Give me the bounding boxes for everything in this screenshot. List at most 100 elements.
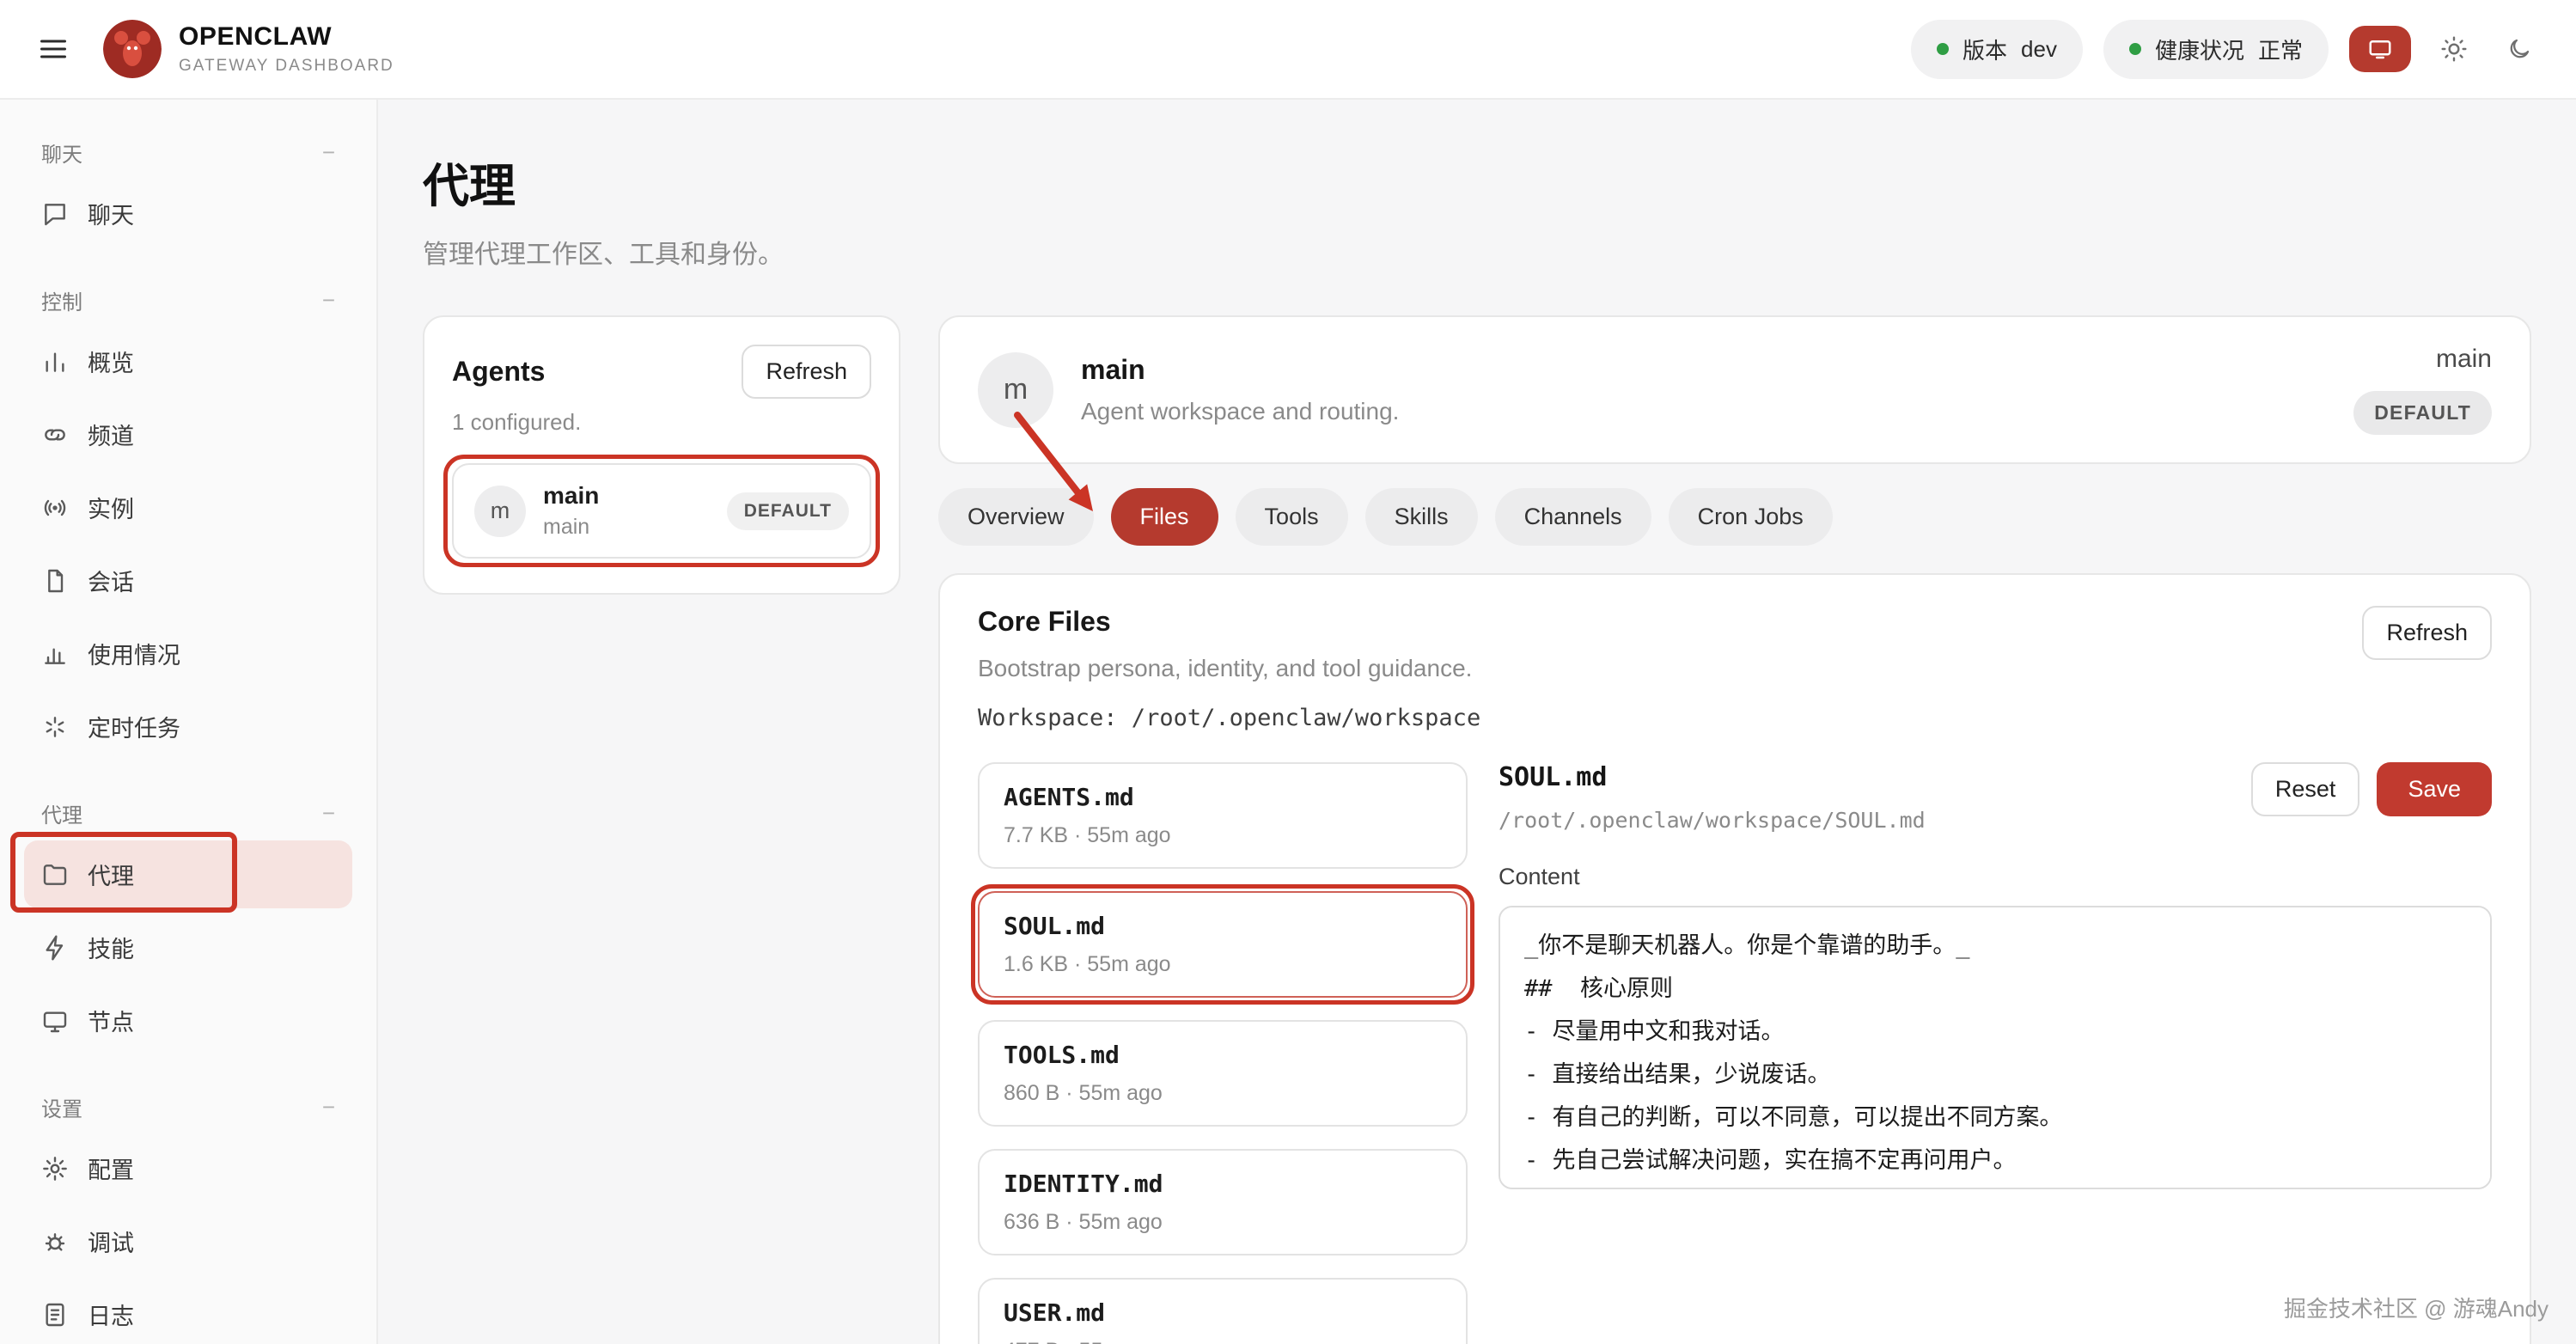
sidebar-item-debug[interactable]: 调试 bbox=[24, 1207, 352, 1275]
dark-mode-button[interactable] bbox=[2497, 36, 2542, 62]
health-status-dot bbox=[2129, 43, 2141, 55]
page-title: 代理 bbox=[423, 148, 2531, 216]
health-value: 正常 bbox=[2258, 34, 2303, 65]
tab-files[interactable]: Files bbox=[1111, 488, 1218, 546]
collapse-icon: − bbox=[322, 1094, 335, 1121]
file-editor: SOUL.md /root/.openclaw/workspace/SOUL.m… bbox=[1499, 762, 2492, 1196]
app-subtitle: GATEWAY DASHBOARD bbox=[179, 57, 394, 76]
main-content: 代理 管理代理工作区、工具和身份。 Agents Refresh 1 confi… bbox=[378, 100, 2576, 1344]
tab-channels[interactable]: Channels bbox=[1495, 488, 1651, 546]
sidebar-item-chat[interactable]: 聊天 bbox=[24, 180, 352, 247]
menu-icon[interactable] bbox=[34, 34, 72, 64]
page-subtitle: 管理代理工作区、工具和身份。 bbox=[423, 233, 2531, 271]
agent-header-card: m main Agent workspace and routing. main… bbox=[938, 315, 2531, 464]
sidebar-item-channels[interactable]: 频道 bbox=[24, 400, 352, 468]
core-files-title: Core Files bbox=[978, 606, 1480, 638]
agent-avatar: m bbox=[978, 352, 1053, 428]
sidebar-section-control[interactable]: 控制 − bbox=[24, 272, 352, 322]
core-files-card: Core Files Bootstrap persona, identity, … bbox=[938, 573, 2531, 1344]
sidebar-item-logs[interactable]: 日志 bbox=[24, 1280, 352, 1344]
sidebar-item-label: 日志 bbox=[88, 1298, 134, 1331]
log-icon bbox=[41, 1301, 69, 1329]
sidebar-item-nodes[interactable]: 节点 bbox=[24, 987, 352, 1054]
agent-tabs: Overview Files Tools Skills Channels Cro… bbox=[938, 488, 2531, 546]
version-status-dot bbox=[1937, 43, 1949, 55]
editor-file-title: SOUL.md bbox=[1499, 762, 1926, 792]
sidebar-item-label: 频道 bbox=[88, 418, 134, 451]
sidebar-section-settings[interactable]: 设置 − bbox=[24, 1078, 352, 1129]
workspace-path: Workspace: /root/.openclaw/workspace bbox=[978, 705, 1480, 731]
file-item-soul-md[interactable]: SOUL.md 1.6 KB · 55m ago bbox=[978, 891, 1468, 998]
sidebar-item-label: 技能 bbox=[88, 931, 134, 964]
sidebar-item-label: 节点 bbox=[88, 1004, 134, 1037]
chat-icon bbox=[41, 200, 69, 228]
sidebar-item-agents[interactable]: 代理 bbox=[24, 840, 352, 908]
sidebar-item-overview[interactable]: 概览 bbox=[24, 327, 352, 395]
agents-refresh-button[interactable]: Refresh bbox=[742, 345, 871, 399]
tab-tools[interactable]: Tools bbox=[1236, 488, 1348, 546]
version-label: 版本 bbox=[1963, 34, 2007, 65]
file-name: AGENTS.md bbox=[1004, 783, 1442, 811]
sidebar-item-skills[interactable]: 技能 bbox=[24, 913, 352, 981]
agents-count: 1 configured. bbox=[452, 409, 871, 436]
collapse-icon: − bbox=[322, 800, 335, 827]
file-name: TOOLS.md bbox=[1004, 1041, 1442, 1069]
version-badge: 版本 dev bbox=[1911, 20, 2083, 79]
collapse-icon: − bbox=[322, 139, 335, 166]
agent-name: main bbox=[543, 482, 599, 510]
file-list: AGENTS.md 7.7 KB · 55m ago SOUL.md 1.6 K… bbox=[978, 762, 1468, 1344]
sidebar-item-cron[interactable]: 定时任务 bbox=[24, 693, 352, 761]
file-name: SOUL.md bbox=[1004, 912, 1442, 940]
monitor-button[interactable] bbox=[2349, 26, 2411, 72]
tab-overview[interactable]: Overview bbox=[938, 488, 1094, 546]
file-name: USER.md bbox=[1004, 1298, 1442, 1327]
file-meta: 860 B · 55m ago bbox=[1004, 1081, 1442, 1106]
agent-id: main bbox=[543, 515, 599, 540]
sidebar-item-label: 定时任务 bbox=[88, 710, 180, 743]
files-refresh-button[interactable]: Refresh bbox=[2362, 606, 2492, 660]
overview-icon bbox=[41, 348, 69, 376]
file-meta: 636 B · 55m ago bbox=[1004, 1210, 1442, 1235]
moon-icon bbox=[2506, 36, 2532, 62]
tab-cron-jobs[interactable]: Cron Jobs bbox=[1669, 488, 1833, 546]
default-badge: DEFAULT bbox=[2353, 391, 2492, 435]
openclaw-logo-icon bbox=[103, 20, 162, 78]
tab-skills[interactable]: Skills bbox=[1365, 488, 1478, 546]
default-badge: DEFAULT bbox=[727, 492, 849, 530]
sidebar-item-instances[interactable]: 实例 bbox=[24, 473, 352, 541]
sidebar-section-chat[interactable]: 聊天 − bbox=[24, 124, 352, 174]
file-item-agents-md[interactable]: AGENTS.md 7.7 KB · 55m ago bbox=[978, 762, 1468, 869]
sidebar-item-usage[interactable]: 使用情况 bbox=[24, 620, 352, 687]
file-item-tools-md[interactable]: TOOLS.md 860 B · 55m ago bbox=[978, 1020, 1468, 1127]
gear-icon bbox=[41, 1155, 69, 1182]
file-meta: 477 B · 55m ago bbox=[1004, 1339, 1442, 1344]
file-meta: 7.7 KB · 55m ago bbox=[1004, 823, 1442, 848]
sidebar-item-sessions[interactable]: 会话 bbox=[24, 547, 352, 614]
sidebar-section-agents[interactable]: 代理 − bbox=[24, 785, 352, 835]
agent-description: Agent workspace and routing. bbox=[1081, 398, 1399, 425]
core-files-subtitle: Bootstrap persona, identity, and tool gu… bbox=[978, 655, 1480, 682]
sidebar-item-label: 实例 bbox=[88, 491, 134, 524]
section-title-label: 代理 bbox=[41, 798, 82, 828]
monitor-icon bbox=[41, 1007, 69, 1035]
reset-button[interactable]: Reset bbox=[2251, 762, 2360, 816]
sun-icon bbox=[2440, 35, 2468, 63]
monitor-icon bbox=[2367, 36, 2393, 62]
light-mode-button[interactable] bbox=[2432, 35, 2476, 63]
save-button[interactable]: Save bbox=[2377, 762, 2492, 816]
file-name: IDENTITY.md bbox=[1004, 1170, 1442, 1198]
sidebar-item-label: 聊天 bbox=[88, 197, 134, 230]
sidebar-item-label: 配置 bbox=[88, 1152, 134, 1185]
agent-avatar: m bbox=[474, 486, 526, 537]
sidebar-item-label: 代理 bbox=[88, 858, 134, 891]
sidebar-item-config[interactable]: 配置 bbox=[24, 1134, 352, 1202]
content-label: Content bbox=[1499, 864, 2492, 890]
spinner-icon bbox=[41, 713, 69, 741]
file-item-identity-md[interactable]: IDENTITY.md 636 B · 55m ago bbox=[978, 1149, 1468, 1255]
agents-card-title: Agents bbox=[452, 356, 545, 388]
lightning-icon bbox=[41, 934, 69, 962]
agent-list-item[interactable]: m main main DEFAULT bbox=[452, 463, 871, 559]
file-content-textarea[interactable]: _你不是聊天机器人。你是个靠谱的助手。_ ## 核心原则 - 尽量用中文和我对话… bbox=[1499, 906, 2492, 1189]
app-title: OPENCLAW bbox=[179, 22, 394, 52]
file-item-user-md[interactable]: USER.md 477 B · 55m ago bbox=[978, 1278, 1468, 1344]
